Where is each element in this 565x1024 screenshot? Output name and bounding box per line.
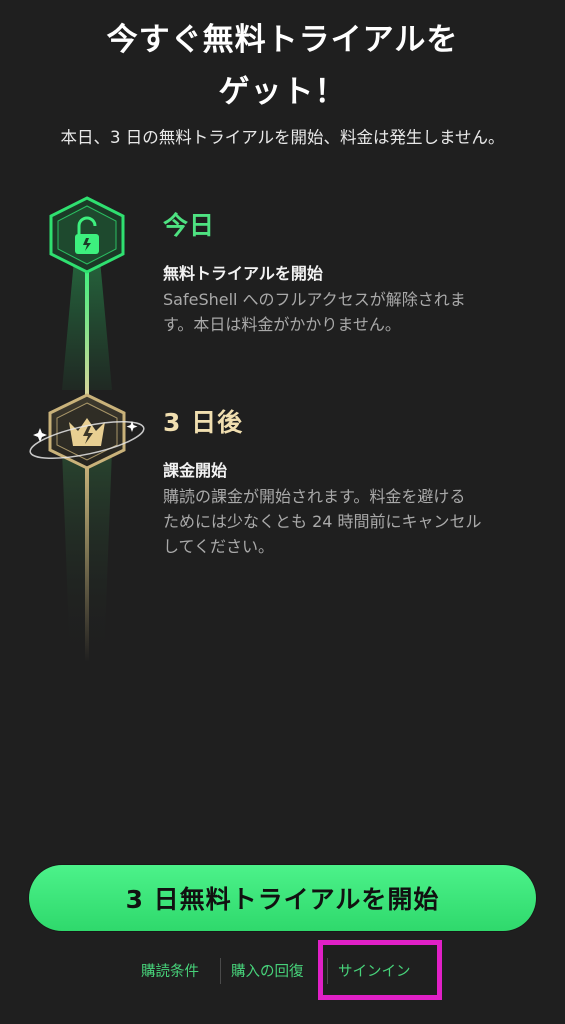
restore-purchase-link[interactable]: 購入の回復 (231, 960, 304, 981)
crown-icon (29, 393, 145, 470)
page-title: 今すぐ無料トライアルを ゲット！ (0, 14, 565, 118)
title-line-1: 今すぐ無料トライアルを (106, 22, 459, 58)
step-heading: 課金開始 (163, 461, 228, 480)
step-when-label: 3 日後 (163, 408, 244, 437)
start-trial-button[interactable]: 3 日無料トライアルを開始 (29, 865, 536, 931)
step-description-line: す。本日は料金がかかりません。 (163, 315, 401, 334)
step-description-line: SafeShell へのフルアクセスが解除されま (163, 290, 466, 309)
title-line-2: ゲット！ (218, 74, 347, 110)
subtitle: 本日、3 日の無料トライアルを開始、料金は発生しません。 (60, 128, 505, 147)
timeline-line-bottom (85, 462, 89, 662)
step-description-line: 購読の課金が開始されます。料金を避ける (163, 487, 466, 506)
terms-link[interactable]: 購読条件 (141, 960, 199, 981)
step-heading: 無料トライアルを開始 (163, 264, 323, 283)
step-when-label: 今日 (163, 211, 216, 240)
step-description-line: してください。 (163, 537, 275, 556)
step-description: 購読の課金が開始されます。料金を避ける ためには少なくとも 24 時間前にキャン… (163, 484, 553, 559)
unlock-icon (49, 196, 125, 274)
timeline-step-today: 今日 無料トライアルを開始 SafeShell へのフルアクセスが解除されま す… (163, 206, 553, 337)
sign-in-highlight-box (318, 940, 442, 1000)
footer-links: 購読条件 購入の回復 サインイン (0, 958, 565, 986)
timeline-line-top (85, 266, 89, 396)
timeline-step-billing: 3 日後 課金開始 購読の課金が開始されます。料金を避ける ためには少なくとも … (163, 403, 553, 559)
step-description: SafeShell へのフルアクセスが解除されま す。本日は料金がかかりません。 (163, 287, 553, 337)
step-description-line: ためには少なくとも 24 時間前にキャンセル (163, 512, 482, 531)
footer-divider (220, 958, 221, 984)
